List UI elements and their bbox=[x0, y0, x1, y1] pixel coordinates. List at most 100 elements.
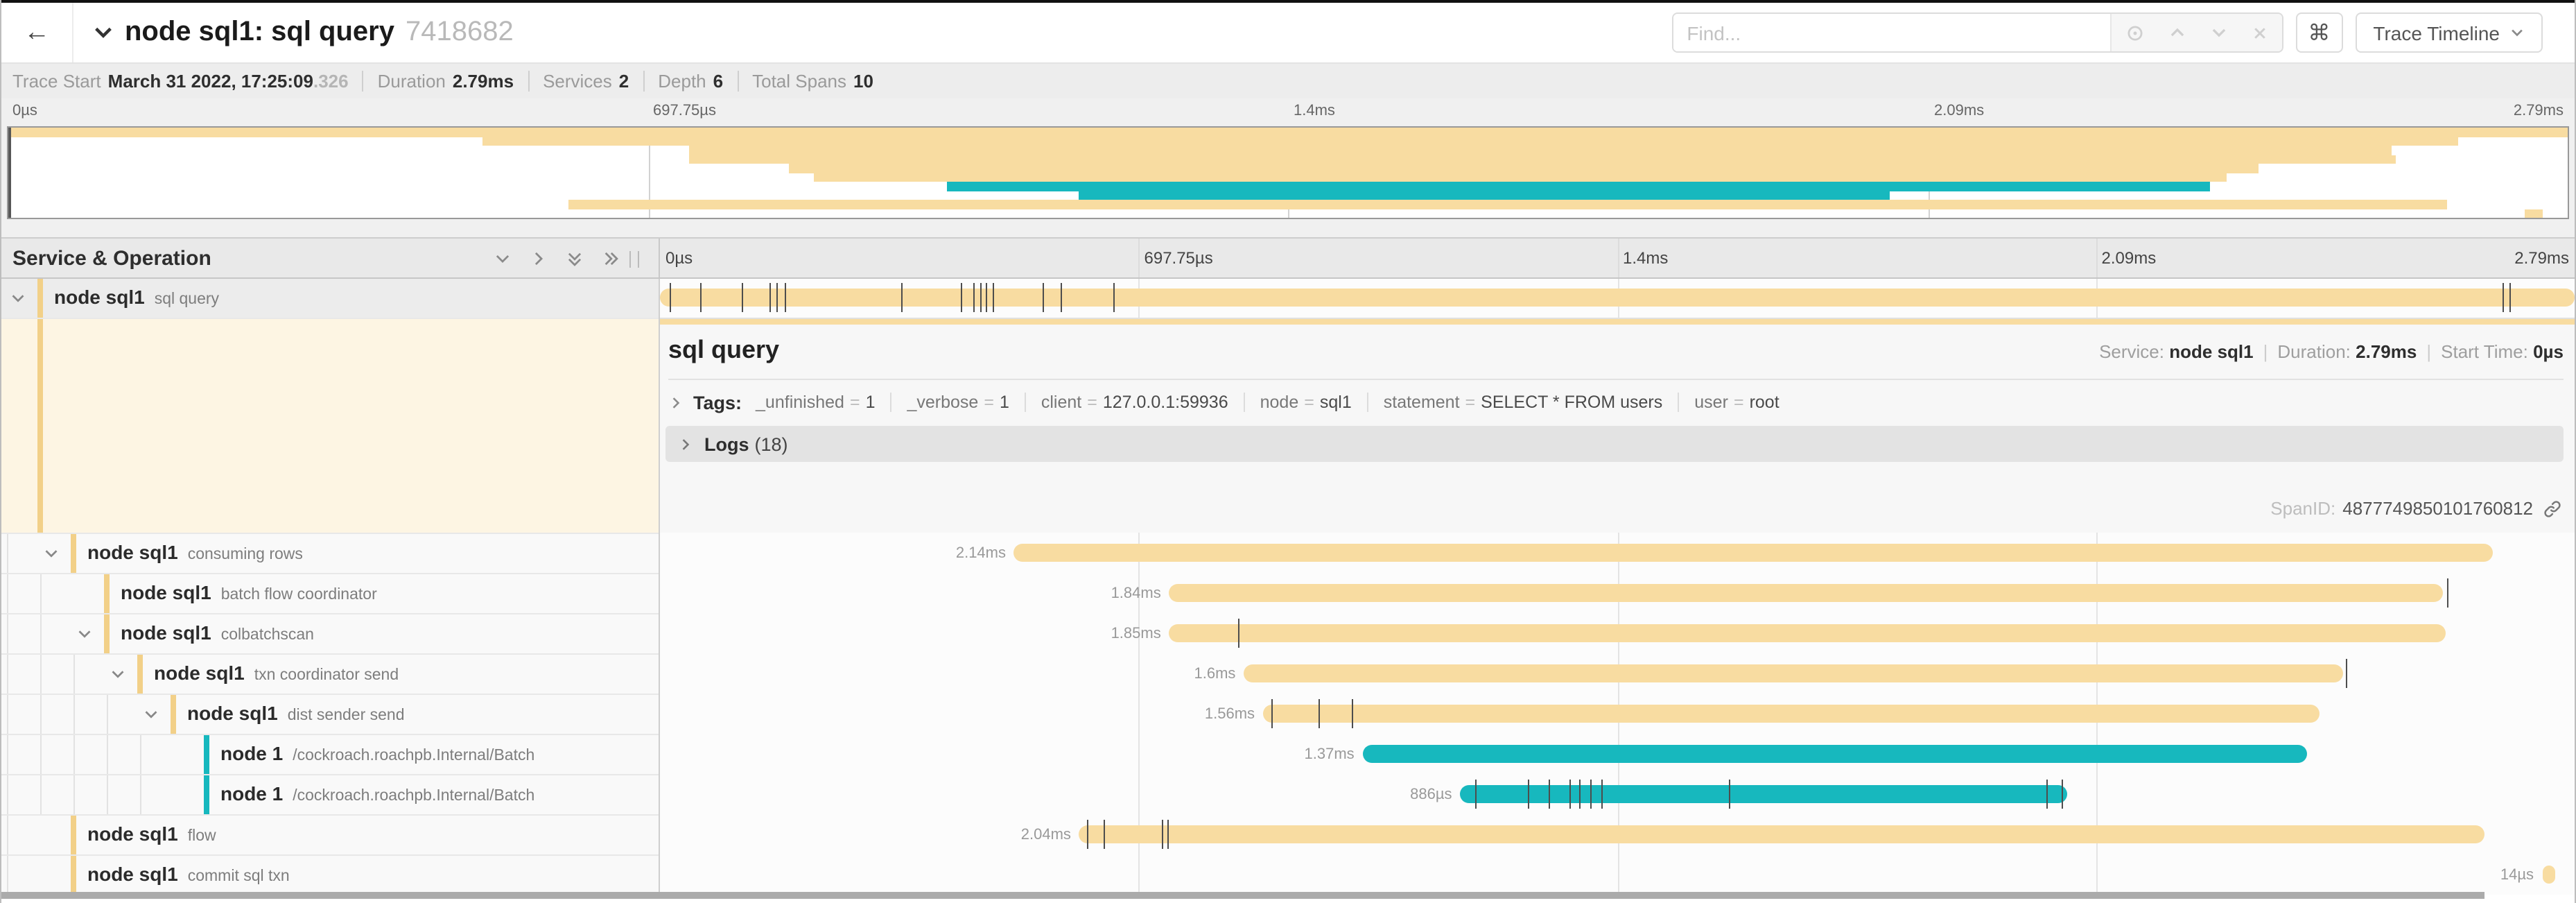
span-operation-name: sql query bbox=[155, 291, 219, 308]
span-expand-chevron-icon[interactable] bbox=[10, 290, 26, 307]
span-service-name: node 1 bbox=[220, 782, 283, 805]
span-bar-row[interactable]: 14µs bbox=[660, 854, 2575, 895]
tags-accordion[interactable]: Tags: _unfinished=1_verbose=1client=127.0… bbox=[660, 380, 2575, 413]
span-expand-chevron-icon[interactable] bbox=[110, 666, 126, 682]
span-row-label[interactable]: node 1/cockroach.roachpb.Internal/Batch bbox=[1, 774, 659, 814]
summary-value: March 31 2022, 17:25:09 bbox=[108, 71, 313, 92]
span-bar-row[interactable]: 1.56ms bbox=[660, 694, 2575, 734]
indent-guide bbox=[40, 775, 42, 814]
indent-guide bbox=[73, 695, 75, 734]
span-row-label[interactable]: node sql1commit sql txn bbox=[1, 854, 659, 895]
time-tick-label: 2.79ms bbox=[2514, 103, 2564, 119]
span-color-accent bbox=[37, 319, 43, 533]
span-bar-row[interactable]: 1.84ms bbox=[660, 573, 2575, 613]
tag-value: SELECT * FROM users bbox=[1481, 393, 1662, 412]
span-log-tick bbox=[1060, 283, 1061, 312]
span-bar[interactable] bbox=[1263, 705, 2320, 723]
span-name-group: node sql1dist sender send bbox=[187, 702, 405, 727]
command-icon: ⌘ bbox=[2308, 19, 2330, 46]
timeline-minimap-section: 0µs697.75µs1.4ms2.09ms2.79ms bbox=[1, 98, 2575, 237]
expand-all-icon[interactable] bbox=[602, 249, 620, 267]
collapse-all-icon[interactable] bbox=[566, 249, 584, 267]
span-row-label[interactable]: node sql1txn coordinator send bbox=[1, 653, 659, 694]
time-tick-label: 697.75µs bbox=[653, 103, 716, 119]
span-row-label[interactable]: node sql1batch flow coordinator bbox=[1, 573, 659, 613]
tag-list: _unfinished=1_verbose=1client=127.0.0.1:… bbox=[756, 391, 1795, 413]
grid-line bbox=[1617, 239, 1619, 277]
span-bar[interactable] bbox=[1461, 785, 2068, 803]
span-duration-label: 1.37ms bbox=[1305, 746, 1355, 762]
minimap-viewport-handle[interactable] bbox=[8, 128, 11, 218]
summary-label: Total Spans bbox=[752, 71, 846, 92]
span-log-tick bbox=[1271, 699, 1272, 728]
span-row-label[interactable]: node sql1sql query bbox=[1, 279, 659, 318]
span-log-tick bbox=[742, 283, 744, 312]
span-log-tick bbox=[1162, 820, 1163, 849]
locate-icon[interactable] bbox=[2125, 23, 2144, 42]
tag-equals: = bbox=[1734, 393, 1744, 412]
find-icon-group bbox=[2109, 14, 2281, 51]
span-row-label[interactable]: node sql1consuming rows bbox=[1, 533, 659, 573]
span-name-group: node sql1txn coordinator send bbox=[154, 662, 399, 687]
find-input[interactable] bbox=[1673, 14, 2109, 51]
collapse-one-icon[interactable] bbox=[494, 249, 512, 267]
span-operation-name: commit sql txn bbox=[188, 868, 290, 885]
jaeger-trace-timeline-page: ← node sql1: sql query 7418682 bbox=[0, 0, 2576, 903]
logs-accordion[interactable]: Logs(18) bbox=[665, 426, 2564, 462]
span-name-group: node 1/cockroach.roachpb.Internal/Batch bbox=[220, 782, 534, 807]
trace-collapse-chevron-icon[interactable] bbox=[93, 22, 114, 43]
indent-guide bbox=[73, 775, 75, 814]
span-row-label[interactable]: node sql1dist sender send bbox=[1, 694, 659, 734]
span-log-tick bbox=[2447, 578, 2448, 608]
span-bar[interactable] bbox=[1169, 624, 2446, 642]
span-bar-row[interactable]: 2.14ms bbox=[660, 533, 2575, 573]
tag-key: user bbox=[1694, 393, 1728, 412]
span-row-label[interactable]: node sql1flow bbox=[1, 814, 659, 854]
page-title: node sql1: sql query bbox=[125, 17, 394, 49]
minimap-axis: 0µs697.75µs1.4ms2.09ms2.79ms bbox=[7, 101, 2569, 125]
span-bar-row[interactable]: 886µs bbox=[660, 774, 2575, 814]
span-bar-row[interactable]: 1.37ms bbox=[660, 734, 2575, 774]
minimap-span-row bbox=[8, 164, 2568, 173]
span-bar[interactable] bbox=[1244, 664, 2342, 682]
span-bar[interactable] bbox=[660, 289, 2575, 307]
span-log-tick bbox=[1590, 780, 1592, 809]
span-bar-row[interactable]: 1.85ms bbox=[660, 613, 2575, 653]
span-log-tick bbox=[785, 283, 786, 312]
column-resize-grip[interactable] bbox=[629, 251, 639, 268]
span-row-label[interactable]: node sql1colbatchscan bbox=[1, 613, 659, 653]
minimap-span-row bbox=[8, 209, 2568, 218]
summary-value-suffix: .326 bbox=[313, 71, 349, 92]
back-button[interactable]: ← bbox=[1, 3, 73, 62]
minimap-span-bar bbox=[689, 146, 2391, 155]
find-next-icon[interactable] bbox=[2209, 24, 2227, 42]
chevron-right-icon bbox=[678, 436, 693, 452]
minimap-canvas[interactable] bbox=[7, 126, 2569, 219]
span-row-label[interactable]: node 1/cockroach.roachpb.Internal/Batch bbox=[1, 734, 659, 774]
span-bar[interactable] bbox=[2542, 866, 2555, 884]
span-bar[interactable] bbox=[1169, 584, 2443, 602]
span-expand-chevron-icon[interactable] bbox=[43, 545, 60, 562]
keyboard-shortcuts-button[interactable]: ⌘ bbox=[2295, 12, 2342, 53]
span-operation-name: consuming rows bbox=[188, 547, 303, 563]
indent-guide bbox=[7, 735, 8, 774]
span-bar-row[interactable] bbox=[660, 279, 2575, 318]
span-expand-chevron-icon[interactable] bbox=[143, 706, 159, 723]
expand-one-icon[interactable] bbox=[530, 249, 548, 267]
span-expand-chevron-icon[interactable] bbox=[76, 626, 93, 642]
span-log-tick bbox=[1602, 780, 1603, 809]
span-duration-label: 1.56ms bbox=[1205, 705, 1255, 722]
span-bar[interactable] bbox=[1363, 745, 2307, 763]
span-bar-row[interactable]: 2.04ms bbox=[660, 814, 2575, 854]
deep-link-icon[interactable] bbox=[2543, 499, 2562, 518]
span-bar[interactable] bbox=[1079, 825, 2484, 843]
tags-label: Tags: bbox=[693, 392, 742, 413]
find-prev-icon[interactable] bbox=[2168, 24, 2186, 42]
find-clear-icon[interactable] bbox=[2251, 24, 2268, 41]
grid-line bbox=[1139, 239, 1140, 277]
view-selector-button[interactable]: Trace Timeline bbox=[2355, 12, 2543, 53]
span-bar[interactable] bbox=[1014, 544, 2492, 562]
span-bar-row[interactable]: 1.6ms bbox=[660, 653, 2575, 694]
span-color-accent bbox=[71, 534, 76, 573]
tag-equals: = bbox=[1465, 393, 1476, 412]
